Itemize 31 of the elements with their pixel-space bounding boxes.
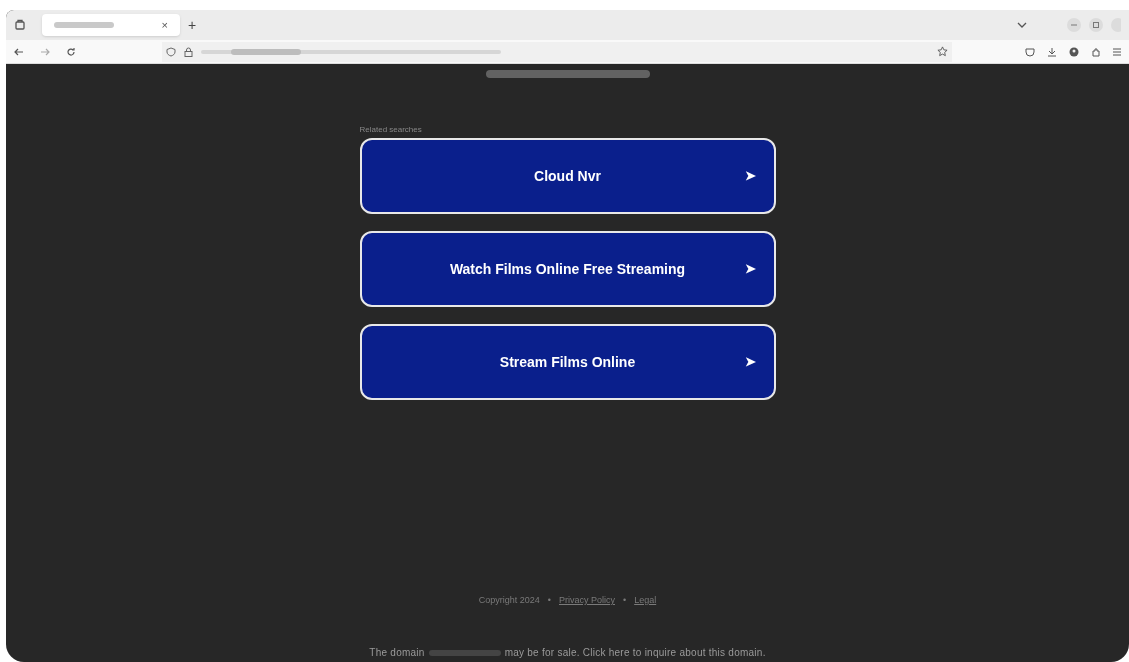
footer-link[interactable]: Privacy Policy (559, 594, 615, 608)
blurred-title-drawing (54, 21, 114, 29)
arrow-icon: ➤ (744, 259, 756, 279)
arrow-icon: ➤ (744, 352, 756, 372)
search-result-link[interactable]: Watch Films Online Free Streaming ➤ (359, 231, 776, 307)
search-result-link[interactable]: Stream Films Online ➤ (359, 324, 776, 400)
maximize-icon[interactable] (1089, 18, 1103, 32)
tab-list-icon[interactable] (14, 19, 26, 31)
pocket-icon[interactable] (1025, 46, 1035, 57)
related-searches-label: Related searches (359, 124, 423, 136)
sale-notice-link[interactable]: may be for sale. Click here to inquire about this domain. (504, 645, 766, 660)
shield-icon (166, 46, 176, 57)
back-icon[interactable] (14, 46, 24, 57)
separator-dot: • (623, 594, 627, 607)
lock-icon (184, 46, 193, 57)
account-icon[interactable] (1069, 46, 1079, 57)
close-tab-button[interactable]: × (161, 16, 168, 34)
browser-tab[interactable]: × (42, 14, 180, 36)
footer-link[interactable]: Legal (634, 594, 657, 608)
tabs-dropdown-icon[interactable] (1017, 21, 1027, 29)
sale-notice-text: The domain (369, 646, 425, 660)
new-tab-button[interactable]: + (188, 14, 197, 36)
search-result-link[interactable]: Cloud Nvr ➤ (359, 138, 776, 214)
menu-icon[interactable] (1113, 47, 1121, 56)
download-icon[interactable] (1047, 46, 1057, 57)
bookmark-star-icon[interactable] (937, 46, 948, 57)
copyright-text: Copyright 2024 (478, 594, 540, 607)
reload-icon[interactable] (66, 46, 76, 57)
separator-dot: • (547, 594, 551, 607)
arrow-icon: ➤ (744, 166, 756, 186)
extensions-icon[interactable] (1091, 46, 1101, 57)
